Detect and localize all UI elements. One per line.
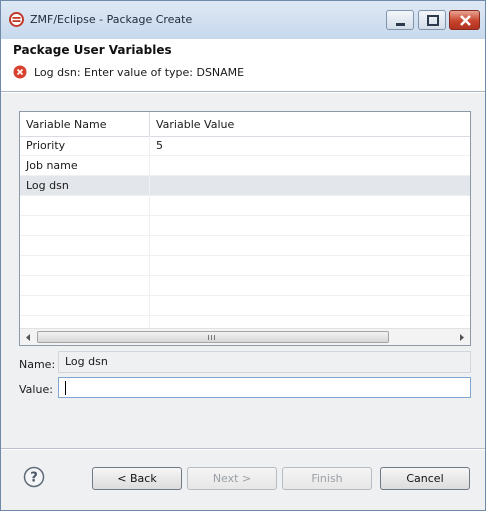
help-icon[interactable]: ? <box>23 466 45 488</box>
text-caret <box>65 381 66 395</box>
next-button[interactable]: Next > <box>187 467 277 490</box>
scroll-right-arrow-icon[interactable] <box>453 329 470 346</box>
page-title: Package User Variables <box>13 43 172 57</box>
name-label: Name: <box>19 358 56 371</box>
table-row[interactable]: Job name <box>20 156 470 176</box>
variable-value-cell <box>150 176 470 195</box>
table-body: Priority 5 Job name Log dsn <box>20 136 470 336</box>
close-button[interactable] <box>449 10 480 30</box>
empty-row <box>20 216 470 236</box>
maximize-button[interactable] <box>418 10 446 30</box>
header-separator <box>1 91 485 93</box>
maximize-icon <box>427 15 439 26</box>
table-row-selected[interactable]: Log dsn <box>20 176 470 196</box>
svg-text:?: ? <box>30 471 38 486</box>
table-row[interactable]: Priority 5 <box>20 136 470 156</box>
minimize-button[interactable] <box>386 10 414 30</box>
zmf-app-icon <box>9 12 24 27</box>
close-icon <box>460 15 471 26</box>
error-icon <box>13 65 27 79</box>
scroll-left-arrow-icon[interactable] <box>20 329 37 346</box>
title-bar[interactable]: ZMF/Eclipse - Package Create <box>1 1 485 40</box>
window-title: ZMF/Eclipse - Package Create <box>30 13 193 26</box>
column-header-variable-name[interactable]: Variable Name <box>20 112 150 136</box>
table-header: Variable Name Variable Value <box>20 112 470 137</box>
package-create-window: ZMF/Eclipse - Package Create Package Use… <box>0 0 486 511</box>
footer-separator <box>1 448 485 450</box>
empty-row <box>20 196 470 216</box>
cancel-button[interactable]: Cancel <box>380 467 470 490</box>
column-header-variable-value[interactable]: Variable Value <box>150 112 470 136</box>
empty-row <box>20 296 470 316</box>
horizontal-scrollbar[interactable] <box>20 328 470 346</box>
variables-table[interactable]: Variable Name Variable Value Priority 5 … <box>19 111 471 346</box>
empty-row <box>20 276 470 296</box>
error-message: Log dsn: Enter value of type: DSNAME <box>34 66 245 79</box>
value-label: Value: <box>19 383 53 396</box>
name-field: Log dsn <box>58 351 471 373</box>
finish-button[interactable]: Finish <box>282 467 372 490</box>
scrollbar-grip-icon <box>208 335 216 340</box>
empty-row <box>20 256 470 276</box>
value-input[interactable] <box>58 377 471 398</box>
wizard-header: Package User Variables Log dsn: Enter va… <box>1 39 485 91</box>
empty-row <box>20 236 470 256</box>
minimize-icon <box>396 23 405 26</box>
variable-name-cell: Job name <box>20 156 150 175</box>
variable-value-cell <box>150 156 470 175</box>
variable-name-cell: Log dsn <box>20 176 150 195</box>
variable-value-cell: 5 <box>156 139 163 152</box>
scrollbar-thumb[interactable] <box>37 331 389 343</box>
variable-name-cell: Priority <box>20 136 150 155</box>
back-button[interactable]: < Back <box>92 467 182 490</box>
